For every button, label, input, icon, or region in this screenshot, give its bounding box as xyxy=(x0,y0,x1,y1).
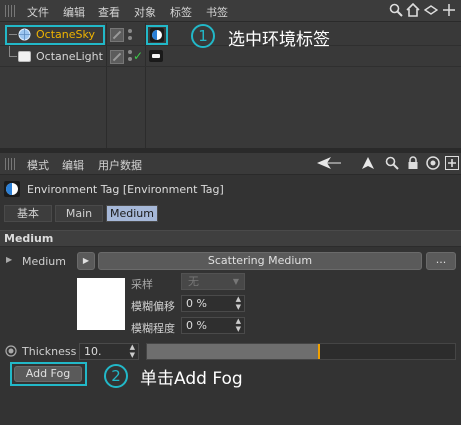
menu-edit[interactable]: 编辑 xyxy=(63,4,85,20)
thickness-value: 10. xyxy=(84,345,102,358)
editor-visibility-dot[interactable] xyxy=(128,50,132,54)
row-divider xyxy=(0,66,461,67)
sampling-value: 无 xyxy=(188,275,199,288)
tree-line xyxy=(9,34,17,35)
enabled-check-icon[interactable]: ✓ xyxy=(133,49,143,63)
menu-object[interactable]: 对象 xyxy=(134,4,156,20)
light-tag-icon[interactable] xyxy=(149,50,163,65)
tree-line xyxy=(9,56,17,57)
panel-grip-icon[interactable] xyxy=(5,5,15,17)
cursor-arrow-icon[interactable] xyxy=(360,156,376,172)
visibility-toggle[interactable] xyxy=(110,50,124,64)
thickness-label: Thickness xyxy=(22,345,77,358)
attribute-title: Environment Tag [Environment Tag] xyxy=(27,183,224,196)
render-visibility-dot[interactable] xyxy=(128,36,132,40)
add-icon[interactable] xyxy=(444,156,460,172)
search-icon[interactable] xyxy=(388,3,404,19)
blur-amount-value: 0 % xyxy=(186,319,207,332)
menu-tag[interactable]: 标签 xyxy=(170,4,192,20)
stepper-arrows-icon[interactable]: ▲ ▼ xyxy=(130,343,135,359)
medium-label: Medium xyxy=(22,255,66,268)
menu-edit[interactable]: 编辑 xyxy=(62,157,84,173)
slider-fill xyxy=(147,344,319,359)
blur-offset-value: 0 % xyxy=(186,297,207,310)
sampling-select: 无 ▼ xyxy=(181,273,245,290)
add-fog-button[interactable]: Add Fog xyxy=(14,366,82,382)
menu-file[interactable]: 文件 xyxy=(27,4,49,20)
object-manager-menubar: 文件 编辑 查看 对象 标签 书签 xyxy=(0,0,461,22)
thickness-input[interactable]: 10. ▲ ▼ xyxy=(79,343,139,360)
step-number-badge: 1 xyxy=(191,24,215,48)
blur-offset-label: 模糊偏移 xyxy=(131,300,175,313)
more-options-button[interactable]: ... xyxy=(426,252,456,270)
blur-offset-input[interactable]: 0 % ▲ ▼ xyxy=(181,295,245,312)
link-arrow-button[interactable]: ▶ xyxy=(77,252,95,270)
step-annotation: 单击Add Fog xyxy=(140,369,243,389)
section-header: Medium xyxy=(0,230,461,247)
home-icon[interactable] xyxy=(405,2,421,19)
environment-tag-icon[interactable] xyxy=(150,28,164,45)
expand-arrow-icon[interactable]: ▶ xyxy=(6,255,12,264)
sky-object-icon xyxy=(18,28,31,44)
light-object-icon xyxy=(18,51,31,65)
slider-handle[interactable] xyxy=(318,344,320,359)
editor-visibility-dot[interactable] xyxy=(128,29,132,33)
menu-mode[interactable]: 模式 xyxy=(27,157,49,173)
target-icon[interactable] xyxy=(425,156,441,172)
panel-grip-icon[interactable] xyxy=(5,158,15,170)
menu-view[interactable]: 查看 xyxy=(98,4,120,20)
environment-tag-icon xyxy=(4,181,20,200)
tree-line xyxy=(9,46,10,56)
tab-main[interactable]: Main xyxy=(55,205,103,222)
menu-user-data[interactable]: 用户数据 xyxy=(98,157,142,173)
stepper-arrows-icon[interactable]: ▲ ▼ xyxy=(236,295,241,311)
blur-amount-label: 模糊程度 xyxy=(131,322,175,335)
step-annotation: 选中环境标签 xyxy=(228,30,330,50)
back-arrow-icon[interactable] xyxy=(316,156,342,172)
lock-icon[interactable] xyxy=(405,156,421,172)
attribute-manager-menubar: 模式 编辑 用户数据 xyxy=(0,153,461,175)
back-icon[interactable] xyxy=(423,3,439,19)
search-icon[interactable] xyxy=(384,156,400,172)
stepper-arrows-icon[interactable]: ▲ ▼ xyxy=(236,317,241,333)
scattering-medium-button[interactable]: Scattering Medium xyxy=(98,252,422,270)
thickness-slider[interactable] xyxy=(146,343,456,360)
sampling-label: 采样 xyxy=(131,278,153,291)
object-name[interactable]: OctaneLight xyxy=(36,50,103,63)
animation-keyframe-icon[interactable] xyxy=(5,345,17,360)
drag-icon[interactable] xyxy=(441,3,457,19)
object-name[interactable]: OctaneSky xyxy=(36,28,95,41)
visibility-toggle[interactable] xyxy=(110,28,124,42)
medium-preview-swatch xyxy=(77,278,125,330)
tab-basic[interactable]: 基本 xyxy=(4,205,52,222)
blur-amount-input[interactable]: 0 % ▲ ▼ xyxy=(181,317,245,334)
tab-medium[interactable]: Medium xyxy=(106,205,158,222)
chevron-down-icon: ▼ xyxy=(232,277,239,286)
menu-bookmark[interactable]: 书签 xyxy=(206,4,228,20)
render-visibility-dot[interactable] xyxy=(128,57,132,61)
step-number-badge: 2 xyxy=(104,364,128,388)
